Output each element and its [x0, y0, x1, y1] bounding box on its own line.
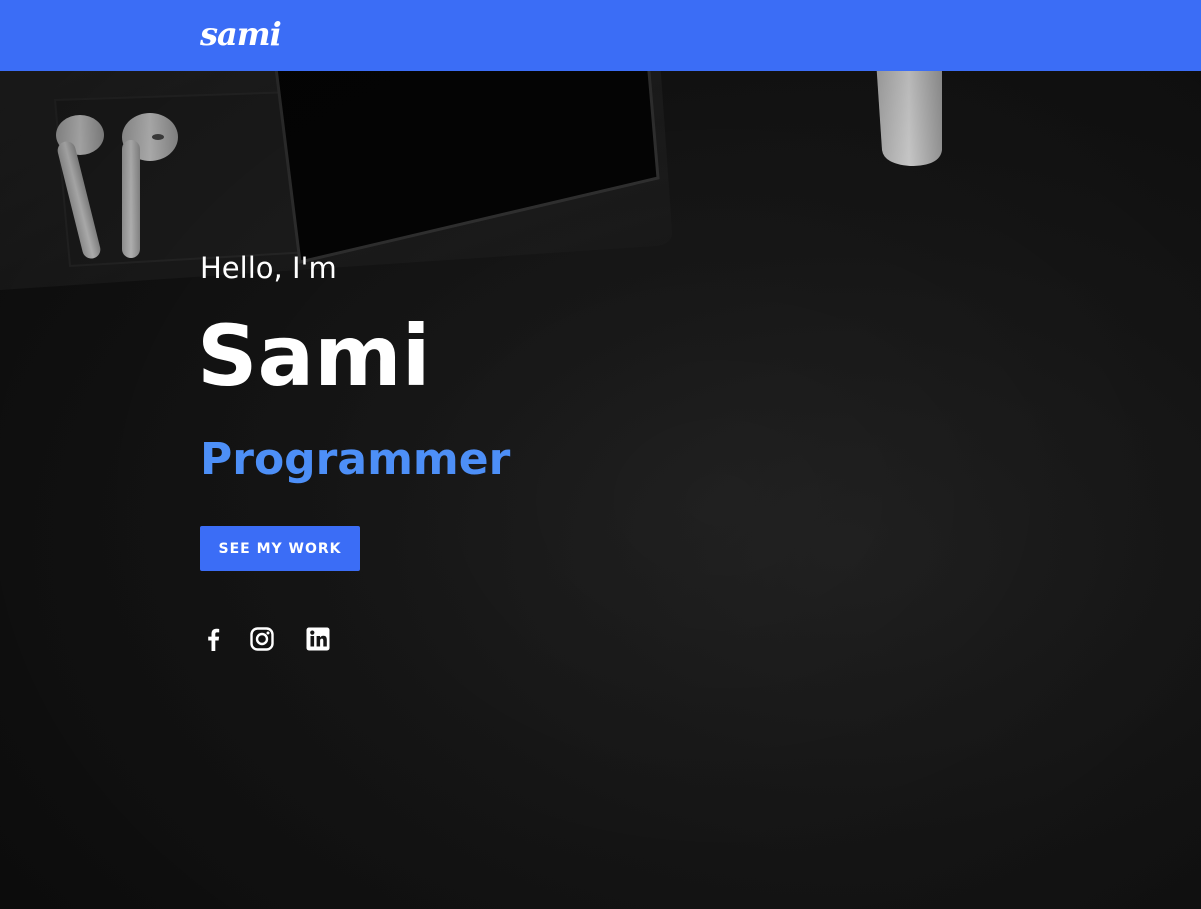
hero-greeting: Hello, I'm [200, 251, 337, 285]
facebook-icon[interactable] [200, 625, 228, 653]
hero-name: Sami [197, 307, 431, 405]
navbar: sami [0, 0, 1201, 71]
hero-role: Programmer [200, 434, 511, 485]
see-my-work-button[interactable]: SEE MY WORK [200, 526, 360, 571]
hero-background-image [0, 0, 1201, 909]
social-links [200, 625, 400, 653]
site-logo[interactable]: sami [200, 14, 282, 54]
instagram-icon[interactable] [248, 625, 276, 653]
linkedin-icon[interactable] [304, 625, 332, 653]
page: sami Hello, I'm Sami Programmer SEE MY W… [0, 0, 1201, 909]
